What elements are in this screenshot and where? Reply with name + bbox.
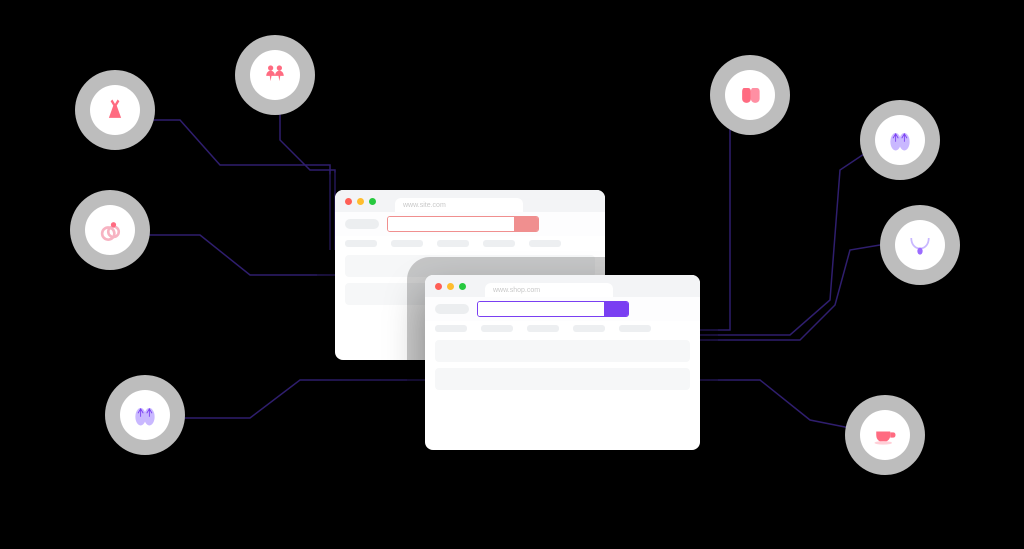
nav-link[interactable] [437,240,469,247]
category-ring [70,190,150,270]
category-flipflops [860,100,940,180]
browser-chrome: www.site.com [335,190,605,212]
traffic-light-close[interactable] [345,198,352,205]
nav-link[interactable] [527,325,559,332]
content-row [345,255,595,277]
dress-icon-wrap [90,85,140,135]
nav-link[interactable] [573,325,605,332]
category-dress [75,70,155,150]
sandals-icon [131,401,159,429]
slippers-icon [736,81,764,109]
coffee-icon [871,421,899,449]
search-button[interactable] [514,217,538,231]
logo-placeholder [345,219,379,229]
browser-url: www.site.com [403,202,446,209]
category-sandals [105,375,185,455]
ring-icon [96,216,124,244]
flipflops-icon [886,126,914,154]
traffic-light-close[interactable] [435,283,442,290]
browser-tab[interactable]: www.shop.com [485,283,613,297]
nav-links [335,236,605,249]
browser-chrome: www.shop.com [425,275,700,297]
category-necklace [880,205,960,285]
ring-icon-wrap [85,205,135,255]
traffic-light-max[interactable] [459,283,466,290]
slippers-icon-wrap [725,70,775,120]
browser-toolbar [425,297,700,321]
earrings-icon [261,61,289,89]
earrings-icon-wrap [250,50,300,100]
search-field[interactable] [387,216,539,232]
dress-icon [101,96,129,124]
nav-link[interactable] [435,325,467,332]
nav-link[interactable] [529,240,561,247]
nav-links [425,321,700,334]
flipflops-icon-wrap [875,115,925,165]
nav-link[interactable] [345,240,377,247]
logo-placeholder [435,304,469,314]
search-field[interactable] [477,301,629,317]
category-slippers [710,55,790,135]
browser-toolbar [335,212,605,236]
coffee-icon-wrap [860,410,910,460]
nav-link[interactable] [619,325,651,332]
search-input[interactable] [388,217,514,231]
search-input[interactable] [478,302,604,316]
browser-url: www.shop.com [493,287,540,294]
category-earrings [235,35,315,115]
nav-link[interactable] [391,240,423,247]
necklace-icon [906,231,934,259]
nav-link[interactable] [483,240,515,247]
content-row [435,368,690,390]
category-coffee [845,395,925,475]
traffic-light-min[interactable] [357,198,364,205]
necklace-icon-wrap [895,220,945,270]
traffic-light-max[interactable] [369,198,376,205]
nav-link[interactable] [481,325,513,332]
browser-window-purple: www.shop.com [425,275,700,450]
traffic-light-min[interactable] [447,283,454,290]
sandals-icon-wrap [120,390,170,440]
search-button[interactable] [604,302,628,316]
browser-tab[interactable]: www.site.com [395,198,523,212]
content-row [435,340,690,362]
